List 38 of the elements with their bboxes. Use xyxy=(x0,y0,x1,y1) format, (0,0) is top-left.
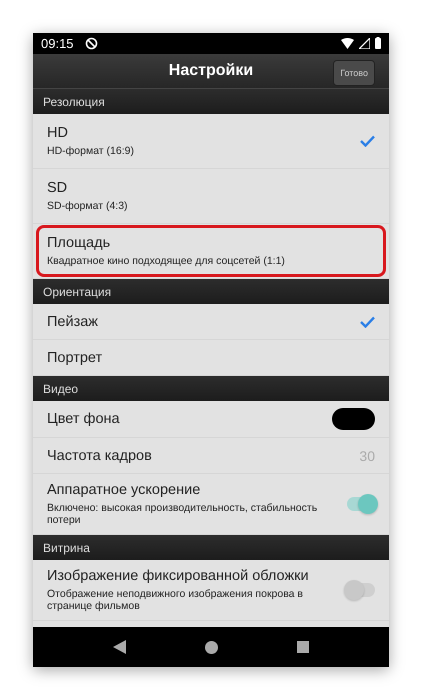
settings-row[interactable]: Частота кадров 30 xyxy=(33,438,389,474)
settings-row[interactable]: Цвет фона xyxy=(33,401,389,438)
setting-title: Изображение фиксированной обложки xyxy=(47,568,310,584)
screen-title: Настройки xyxy=(168,62,254,80)
settings-row[interactable]: Изображение фиксированной обложки Отображение неподвижного изображения покрова в странице фильмов xyxy=(33,560,389,622)
setting-title: Цвет фона xyxy=(47,411,121,428)
home-icon[interactable] xyxy=(204,640,218,654)
done-button[interactable]: Готово xyxy=(333,60,375,86)
setting-description: Квадратное кино подходящее для соцсетей (1:1) xyxy=(47,255,286,268)
setting-title: SD xyxy=(47,180,68,196)
settings-row[interactable]: HD HD-формат (16:9) xyxy=(33,114,389,170)
setting-description: HD-формат (16:9) xyxy=(47,145,135,158)
signal-icon xyxy=(359,38,370,49)
setting-title: Пейзаж xyxy=(47,314,99,330)
setting-description: Отображение неподвижного изображения покрова в странице фильмов xyxy=(47,588,304,612)
toggle-switch[interactable] xyxy=(347,497,375,512)
setting-title: Аппаратное ускорение xyxy=(47,482,202,498)
setting-title: Портрет xyxy=(47,350,104,366)
setting-title: Площадь xyxy=(47,235,112,252)
settings-row[interactable]: SD SD-формат (4:3) xyxy=(33,169,389,224)
color-swatch[interactable] xyxy=(332,408,375,430)
setting-description: Включено: высокая производительность, стабильность потери xyxy=(47,502,318,526)
section-header: Резолюция xyxy=(33,89,389,114)
setting-value: 30 xyxy=(359,448,375,464)
toggle-switch[interactable] xyxy=(347,583,375,598)
section-header: Витрина xyxy=(33,535,389,560)
battery-icon xyxy=(375,37,381,50)
setting-title: Частота кадров xyxy=(47,448,153,464)
section-header: Видео xyxy=(33,376,389,402)
setting-title: HD xyxy=(47,125,69,142)
setting-description: SD-формат (4:3) xyxy=(47,200,129,212)
section-header: Ориентация xyxy=(33,279,389,304)
status-time: 09:15 xyxy=(41,36,74,51)
recents-icon[interactable] xyxy=(297,641,310,654)
do-not-disturb-icon xyxy=(84,36,98,50)
settings-row[interactable]: Пейзаж xyxy=(33,304,389,340)
wifi-icon xyxy=(341,38,354,49)
back-icon[interactable] xyxy=(112,640,126,654)
